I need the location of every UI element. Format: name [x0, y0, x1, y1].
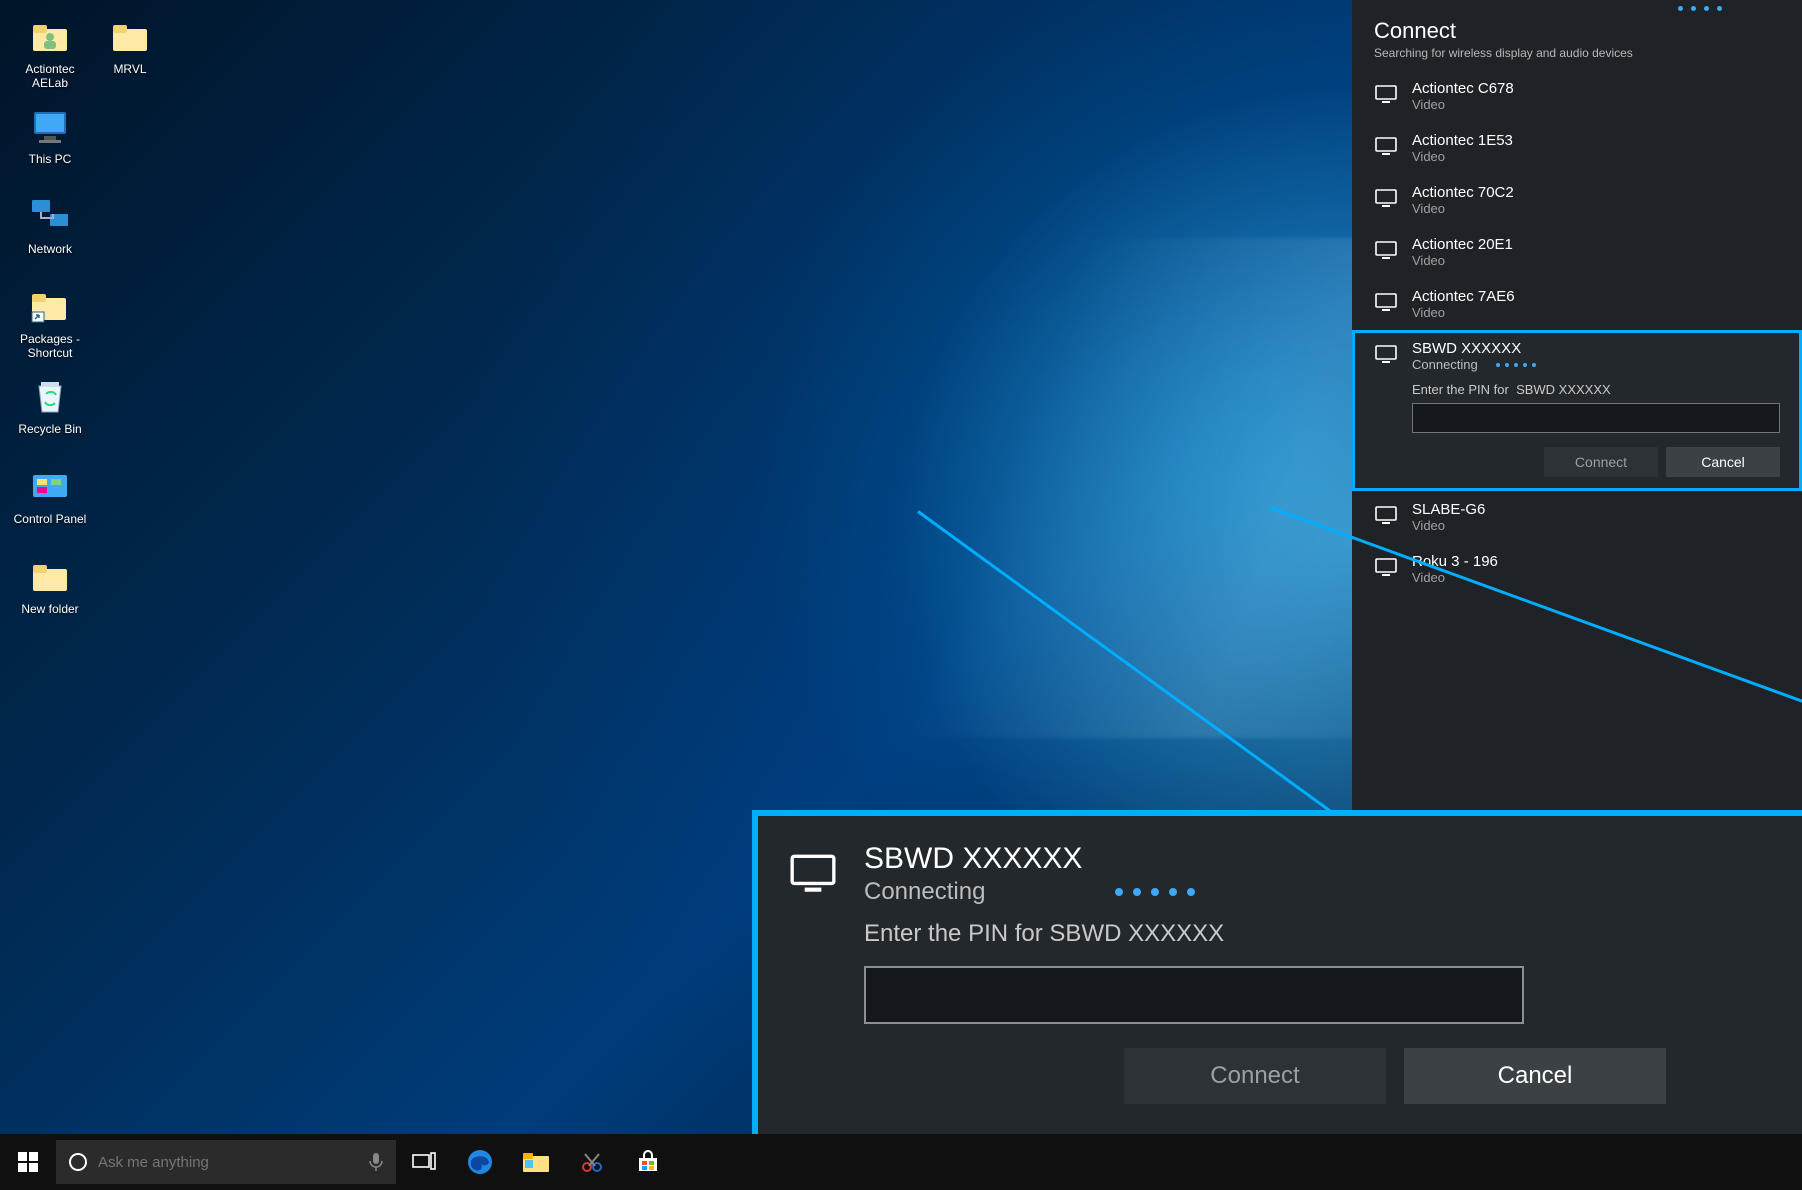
- network-icon: [29, 196, 71, 238]
- display-icon: [1374, 290, 1398, 314]
- desktop-icon-actiontec[interactable]: Actiontec AELab: [12, 12, 88, 98]
- desktop-icon-mrvl[interactable]: MRVL: [92, 12, 168, 98]
- device-type: Video: [1412, 253, 1513, 268]
- desktop-icon-label: Network: [28, 242, 72, 256]
- device-name: Actiontec 70C2: [1412, 184, 1514, 201]
- device-item[interactable]: Actiontec 20E1Video: [1352, 226, 1802, 278]
- start-button[interactable]: [0, 1134, 56, 1190]
- device-type: Video: [1412, 201, 1514, 216]
- connect-button[interactable]: Connect: [1544, 447, 1658, 477]
- file-explorer-button[interactable]: [508, 1134, 564, 1190]
- display-icon: [1374, 82, 1398, 106]
- desktop-icon-control-panel[interactable]: Control Panel: [12, 462, 88, 548]
- device-item[interactable]: Actiontec C678Video: [1352, 70, 1802, 122]
- recycle-bin-icon: [29, 376, 71, 418]
- folder-icon: [109, 16, 151, 58]
- device-list-after: SLABE-G6VideoRoku 3 - 196Video: [1352, 491, 1802, 595]
- progress-dots-icon: [1115, 888, 1195, 896]
- microphone-icon[interactable]: [368, 1152, 384, 1172]
- device-type: Video: [1412, 97, 1514, 112]
- edge-browser-button[interactable]: [452, 1134, 508, 1190]
- connect-title: Connect: [1374, 18, 1780, 44]
- device-item[interactable]: SLABE-G6Video: [1352, 491, 1802, 543]
- pin-prompt: Enter the PIN for SBWD XXXXXX: [1412, 382, 1780, 397]
- device-name: Actiontec 1E53: [1412, 132, 1513, 149]
- device-name: SLABE-G6: [1412, 501, 1485, 518]
- device-type: Video: [1412, 518, 1485, 533]
- display-icon: [1374, 342, 1398, 366]
- device-name: Actiontec C678: [1412, 80, 1514, 97]
- cortana-icon: [68, 1152, 88, 1172]
- desktop-icon-network[interactable]: Network: [12, 192, 88, 278]
- folder-shortcut-icon: [29, 286, 71, 328]
- connect-subtitle: Searching for wireless display and audio…: [1374, 46, 1780, 60]
- desktop-icon-label: This PC: [29, 152, 72, 166]
- display-icon: [1374, 238, 1398, 262]
- desktop-icon-label: New folder: [21, 602, 78, 616]
- device-name: SBWD XXXXXX: [1412, 340, 1780, 357]
- device-item[interactable]: Actiontec 7AE6Video: [1352, 278, 1802, 330]
- device-status: Connecting: [864, 878, 985, 906]
- search-input[interactable]: [98, 1154, 358, 1171]
- pin-prompt: Enter the PIN for SBWD XXXXXX: [864, 920, 1770, 948]
- device-name: Actiontec 20E1: [1412, 236, 1513, 253]
- device-list: Actiontec C678VideoActiontec 1E53VideoAc…: [1352, 70, 1802, 330]
- display-icon: [1374, 555, 1398, 579]
- desktop-icon-this-pc[interactable]: This PC: [12, 102, 88, 188]
- folder-icon: [29, 556, 71, 598]
- device-name: Actiontec 7AE6: [1412, 288, 1515, 305]
- cortana-search[interactable]: [56, 1140, 396, 1184]
- device-name: SBWD XXXXXX: [864, 842, 1770, 876]
- desktop-icon-label: Control Panel: [14, 512, 87, 526]
- pin-input[interactable]: [864, 966, 1524, 1024]
- computer-icon: [29, 106, 71, 148]
- display-icon: [788, 848, 838, 898]
- taskbar: [0, 1134, 1802, 1190]
- device-item-selected[interactable]: SBWD XXXXXX Connecting Enter the PIN for…: [1352, 330, 1802, 491]
- desktop-icon-label: Recycle Bin: [18, 422, 81, 436]
- device-type: Video: [1412, 149, 1513, 164]
- desktop-icon-recycle-bin[interactable]: Recycle Bin: [12, 372, 88, 458]
- store-button[interactable]: [620, 1134, 676, 1190]
- desktop-icon-packages[interactable]: Packages - Shortcut: [12, 282, 88, 368]
- progress-dots-icon: [1496, 363, 1536, 367]
- desktop-icon-new-folder[interactable]: New folder: [12, 552, 88, 638]
- desktop-icon-grid: Actiontec AELab MRVL This PC Network: [10, 10, 170, 640]
- progress-dots-icon: [1678, 6, 1722, 11]
- desktop-icon-label: MRVL: [113, 62, 146, 76]
- cancel-button[interactable]: Cancel: [1404, 1048, 1666, 1104]
- desktop-icon-label: Actiontec AELab: [13, 62, 87, 90]
- task-view-button[interactable]: [396, 1134, 452, 1190]
- display-icon: [1374, 503, 1398, 527]
- snipping-tool-button[interactable]: [564, 1134, 620, 1190]
- display-icon: [1374, 186, 1398, 210]
- device-item[interactable]: Actiontec 1E53Video: [1352, 122, 1802, 174]
- pin-input[interactable]: [1412, 403, 1780, 433]
- device-type: Video: [1412, 305, 1515, 320]
- display-icon: [1374, 134, 1398, 158]
- desktop-icon-label: Packages - Shortcut: [13, 332, 87, 360]
- device-item[interactable]: Actiontec 70C2Video: [1352, 174, 1802, 226]
- user-folder-icon: [29, 16, 71, 58]
- control-panel-icon: [29, 466, 71, 508]
- callout-inset: SBWD XXXXXX Connecting Enter the PIN for…: [752, 810, 1802, 1190]
- device-item[interactable]: Roku 3 - 196Video: [1352, 543, 1802, 595]
- device-status: Connecting: [1412, 357, 1478, 372]
- cancel-button[interactable]: Cancel: [1666, 447, 1780, 477]
- connect-button[interactable]: Connect: [1124, 1048, 1386, 1104]
